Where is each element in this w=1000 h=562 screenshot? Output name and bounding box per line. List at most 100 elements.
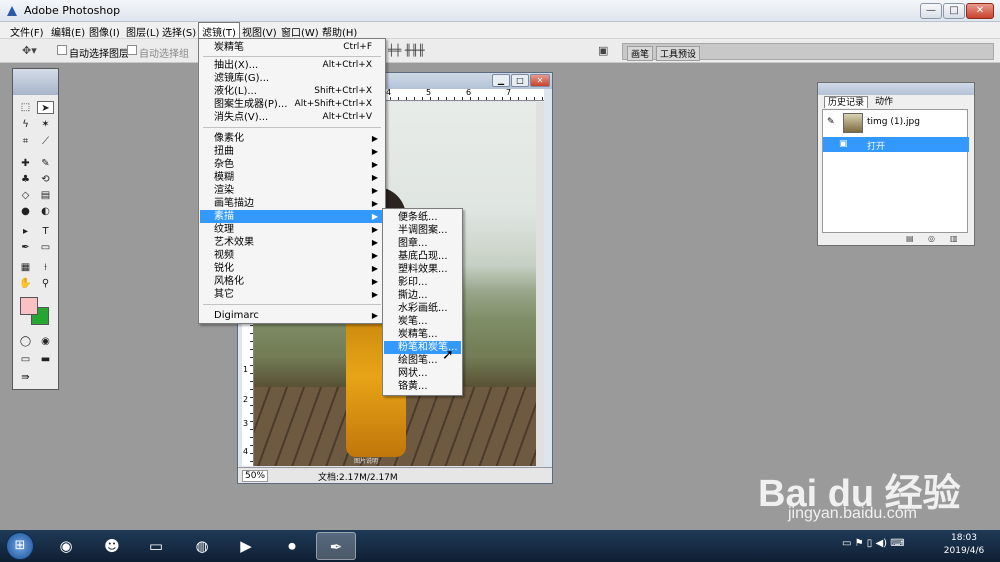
photoshop-taskbar-icon[interactable]: ✒ xyxy=(316,532,356,560)
healing-brush-tool-icon[interactable]: ✚ xyxy=(17,157,34,170)
foreground-color-swatch[interactable] xyxy=(20,297,38,315)
qq-icon[interactable]: ☻ xyxy=(92,532,132,560)
hand-tool-icon[interactable]: ✋ xyxy=(17,277,34,290)
gradient-tool-icon[interactable]: ▤ xyxy=(37,189,54,202)
file-explorer-icon[interactable]: ▭ xyxy=(136,532,176,560)
menu-item-video[interactable]: 视频 ▶ xyxy=(200,249,384,262)
minimize-button[interactable]: — xyxy=(920,3,942,19)
menu-item-brush-strokes[interactable]: 画笔描边 ▶ xyxy=(200,197,384,210)
firefox-icon[interactable]: ◍ xyxy=(182,532,222,560)
type-tool-icon[interactable]: T xyxy=(37,225,54,238)
menu-item-texture[interactable]: 纹理 ▶ xyxy=(200,223,384,236)
menu-item-extract[interactable]: 抽出(X)... Alt+Ctrl+X xyxy=(200,59,384,72)
dodge-tool-icon[interactable]: ◐ xyxy=(37,205,54,218)
menu-item-distort[interactable]: 扭曲 ▶ xyxy=(200,145,384,158)
notes-tool-icon[interactable]: ▦ xyxy=(17,261,34,274)
crop-tool-icon[interactable]: ⌗ xyxy=(17,135,34,148)
auto-select-layer-checkbox[interactable] xyxy=(57,45,67,55)
submenu-item-conte-crayon[interactable]: 炭精笔... xyxy=(384,328,461,341)
brush-tool-icon[interactable]: ✎ xyxy=(37,157,54,170)
screen-mode-full-icon[interactable]: ▬ xyxy=(37,353,54,366)
zoom-field[interactable]: 50% xyxy=(242,470,268,482)
new-snapshot-icon[interactable]: ◎ xyxy=(928,234,935,243)
submenu-item-halftone-pattern[interactable]: 半调图案... xyxy=(384,224,461,237)
maximize-button[interactable]: □ xyxy=(943,3,965,19)
submenu-item-water-paper[interactable]: 水彩画纸... xyxy=(384,302,461,315)
menu-item-sketch[interactable]: 素描 ▶ xyxy=(200,210,384,223)
trash-icon[interactable]: ▥ xyxy=(950,234,958,243)
menu-item-digimarc[interactable]: Digimarc ▶ xyxy=(200,309,384,322)
menu-item-artistic[interactable]: 艺术效果 ▶ xyxy=(200,236,384,249)
browser-360-icon[interactable]: ◉ xyxy=(46,532,86,560)
menu-layer[interactable]: 图层(L) xyxy=(126,24,159,39)
document-info[interactable]: 文档:2.17M/2.17M xyxy=(318,470,398,483)
menu-help[interactable]: 帮助(H) xyxy=(322,24,357,39)
tool-presets-tab[interactable]: 工具预设 xyxy=(656,46,701,61)
submenu-item-bas-relief[interactable]: 基底凸现... xyxy=(384,250,461,263)
menu-item-render[interactable]: 渲染 ▶ xyxy=(200,184,384,197)
screen-recorder-icon[interactable]: ⏺ xyxy=(272,532,312,560)
submenu-item-stamp[interactable]: 图章... xyxy=(384,237,461,250)
brushes-tab[interactable]: 画笔 xyxy=(627,46,654,61)
pen-tool-icon[interactable]: ✒ xyxy=(17,241,34,254)
slice-tool-icon[interactable]: ⟋ xyxy=(37,135,54,148)
magic-wand-tool-icon[interactable]: ✶ xyxy=(37,118,54,131)
menu-item-blur[interactable]: 模糊 ▶ xyxy=(200,171,384,184)
menu-item-liquify[interactable]: 液化(L)... Shift+Ctrl+X xyxy=(200,85,384,98)
screen-mode-standard-icon[interactable]: ▭ xyxy=(17,353,34,366)
submenu-item-torn-edges[interactable]: 撕边... xyxy=(384,289,461,302)
submenu-item-note-paper[interactable]: 便条纸... xyxy=(384,211,461,224)
menu-item-noise[interactable]: 杂色 ▶ xyxy=(200,158,384,171)
auto-select-group-checkbox[interactable] xyxy=(127,45,137,55)
submenu-item-chrome[interactable]: 铬黄... xyxy=(384,380,461,393)
blur-tool-icon[interactable]: ● xyxy=(17,205,34,218)
standard-mode-icon[interactable]: ◯ xyxy=(17,335,34,348)
menu-view[interactable]: 视图(V) xyxy=(242,24,277,39)
zoom-tool-icon[interactable]: ⚲ xyxy=(37,277,54,290)
menu-item-stylize[interactable]: 风格化 ▶ xyxy=(200,275,384,288)
submenu-item-plaster[interactable]: 塑料效果... xyxy=(384,263,461,276)
menu-item-pixelate[interactable]: 像素化 ▶ xyxy=(200,132,384,145)
jump-to-imageready-icon[interactable]: ⇛ xyxy=(17,371,34,384)
new-document-icon[interactable]: ▤ xyxy=(906,234,914,243)
lasso-tool-icon[interactable]: ϟ xyxy=(17,118,34,131)
history-state-row[interactable]: ▣ 打开 xyxy=(823,137,969,152)
system-tray-icons[interactable]: ▭ ⚑ ▯ ◀) ⌨ xyxy=(842,538,905,549)
align-icons[interactable]: ╪╪ ╫╫╫ xyxy=(388,44,425,57)
doc-maximize-button[interactable]: □ xyxy=(511,74,529,87)
start-button[interactable]: ⊞ xyxy=(6,532,34,560)
eraser-tool-icon[interactable]: ◇ xyxy=(17,189,34,202)
submenu-item-charcoal[interactable]: 炭笔... xyxy=(384,315,461,328)
clock-time[interactable]: 18:03 xyxy=(938,533,990,543)
vertical-scrollbar[interactable] xyxy=(536,102,544,466)
history-palette-header[interactable] xyxy=(818,83,974,95)
actions-tab[interactable]: 动作 xyxy=(872,96,896,108)
menu-file[interactable]: 文件(F) xyxy=(10,24,44,39)
history-snapshot[interactable]: ✎ timg (1).jpg xyxy=(823,112,969,134)
menu-item-vanishing-point[interactable]: 消失点(V)... Alt+Ctrl+V xyxy=(200,111,384,124)
doc-close-button[interactable]: ✕ xyxy=(530,74,550,87)
quick-mask-icon[interactable]: ◉ xyxy=(37,335,54,348)
palette-toggle-icon[interactable]: ▣ xyxy=(598,44,608,57)
history-brush-tool-icon[interactable]: ⟲ xyxy=(37,173,54,186)
clock-date[interactable]: 2019/4/6 xyxy=(938,546,990,556)
menu-window[interactable]: 窗口(W) xyxy=(281,24,319,39)
move-tool-icon[interactable]: ✥▾ xyxy=(22,44,37,57)
menu-edit[interactable]: 编辑(E) xyxy=(51,24,85,39)
snapshot-source-icon[interactable]: ✎ xyxy=(827,117,835,127)
move-tool-icon[interactable]: ➤ xyxy=(37,101,54,114)
shape-tool-icon[interactable]: ▭ xyxy=(37,241,54,254)
submenu-item-photocopy[interactable]: 影印... xyxy=(384,276,461,289)
eyedropper-tool-icon[interactable]: ⟊ xyxy=(37,261,54,274)
menu-select[interactable]: 选择(S) xyxy=(162,24,196,39)
marquee-tool-icon[interactable]: ⬚ xyxy=(17,101,34,114)
media-player-icon[interactable]: ▶ xyxy=(226,532,266,560)
menu-item-pattern-maker[interactable]: 图案生成器(P)... Alt+Shift+Ctrl+X xyxy=(200,98,384,111)
menu-image[interactable]: 图像(I) xyxy=(89,24,120,39)
menu-item-sharpen[interactable]: 锐化 ▶ xyxy=(200,262,384,275)
submenu-item-reticulation[interactable]: 网状... xyxy=(384,367,461,380)
menu-item-filter-gallery[interactable]: 滤镜库(G)... xyxy=(200,72,384,85)
path-selection-tool-icon[interactable]: ▸ xyxy=(17,225,34,238)
menu-item-last-filter[interactable]: 炭精笔 Ctrl+F xyxy=(200,41,384,54)
close-button[interactable]: ✕ xyxy=(966,3,994,19)
